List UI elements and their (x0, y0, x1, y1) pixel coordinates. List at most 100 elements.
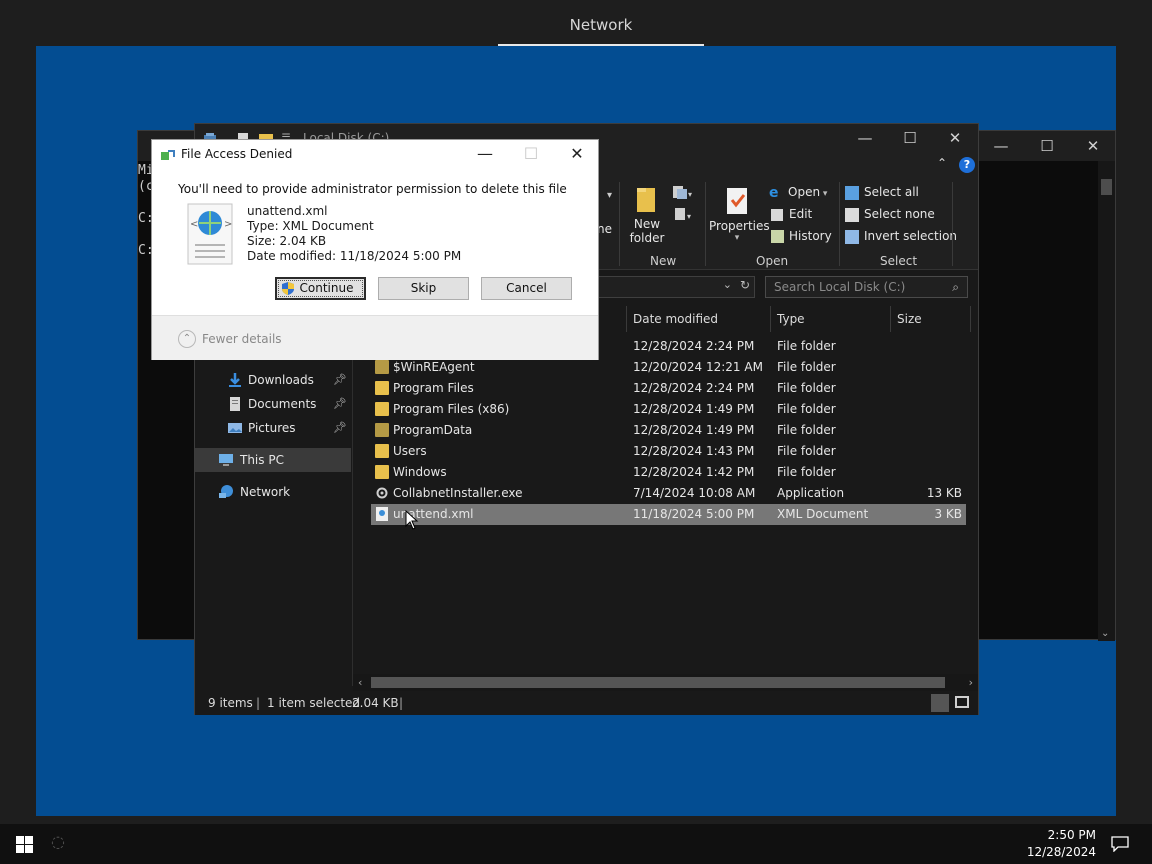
file-row-selected[interactable]: unattend.xml 11/18/2024 5:00 PM XML Docu… (371, 504, 966, 525)
clock-date: 12/28/2024 (1026, 845, 1096, 859)
console-scroll-thumb[interactable] (1101, 179, 1112, 195)
scroll-down-arrow-icon[interactable]: ⌄ (1101, 628, 1109, 639)
horizontal-scroll-thumb[interactable] (371, 677, 945, 688)
dialog-footer: ⌃ Fewer details (152, 315, 598, 360)
address-history-dropdown-icon[interactable]: ⌄ (723, 278, 732, 291)
properties-dropdown-icon[interactable]: ▾ (709, 233, 765, 243)
column-divider (970, 306, 971, 332)
taskbar-clock[interactable]: 2:50 PM 12/28/2024 (1027, 827, 1096, 861)
column-header-size[interactable]: Size (890, 306, 970, 332)
dialog-close-button[interactable]: ✕ (554, 140, 600, 168)
ribbon-group-open: Open (756, 254, 789, 268)
ribbon-separator (705, 182, 706, 266)
tab-network[interactable]: Network (498, 0, 704, 46)
windows-start-icon[interactable] (16, 836, 33, 853)
network-icon (219, 485, 233, 498)
cancel-button[interactable]: Cancel (481, 277, 572, 300)
address-bar[interactable]: ⌄ ↻ (595, 276, 755, 298)
nav-item-pictures[interactable]: Pictures 📌︎ (195, 416, 351, 440)
file-row[interactable]: Program Files 12/28/2024 2:24 PM File fo… (371, 378, 966, 399)
search-placeholder: Search Local Disk (C:) (774, 280, 906, 294)
continue-button[interactable]: Continue (275, 277, 366, 300)
dialog-minimize-button[interactable]: — (462, 140, 508, 168)
status-selected-size: 2.04 KB (352, 696, 399, 710)
ie-open-icon: e (769, 184, 779, 201)
new-folder-button[interactable]: New folder (627, 184, 667, 245)
horizontal-scrollbar[interactable]: ‹ › (353, 674, 978, 691)
explorer-close-button[interactable]: ✕ (932, 124, 978, 154)
nav-item-this-pc[interactable]: This PC (195, 448, 351, 472)
folder-icon (375, 402, 389, 416)
select-none-icon (845, 207, 859, 222)
select-none-button[interactable]: Select none (845, 204, 935, 224)
folder-icon (375, 381, 389, 395)
documents-icon (230, 397, 240, 411)
refresh-icon[interactable]: ↻ (740, 278, 750, 292)
skip-button[interactable]: Skip (378, 277, 469, 300)
status-selected-count: 1 item selected (267, 696, 361, 710)
console-close-button[interactable]: ✕ (1070, 131, 1116, 161)
select-all-button[interactable]: Select all (845, 182, 919, 202)
scroll-left-arrow-icon[interactable]: ‹ (358, 674, 362, 691)
properties-button[interactable]: Properties ▾ (709, 186, 770, 243)
explorer-maximize-button[interactable]: ☐ (887, 124, 933, 154)
details-view-icon[interactable] (931, 694, 949, 712)
easy-access-icon[interactable]: ▾ (673, 206, 695, 224)
edit-button[interactable]: Edit (769, 204, 812, 224)
new-item-icon[interactable]: ▾ (671, 184, 693, 202)
dialog-title: File Access Denied (181, 147, 293, 161)
open-button[interactable]: e Open ▾ (769, 182, 827, 202)
explorer-minimize-button[interactable]: — (842, 124, 888, 154)
fewer-details-link[interactable]: Fewer details (202, 332, 282, 346)
top-tab-bar: Network (0, 0, 1152, 47)
ribbon-partial-label: ne (597, 222, 612, 236)
folder-icon (375, 423, 389, 437)
nav-item-documents[interactable]: Documents 📌︎ (195, 392, 351, 416)
file-row[interactable]: $WinREAgent 12/20/2024 12:21 AM File fol… (371, 357, 966, 378)
search-input[interactable]: Search Local Disk (C:) ⌕ (765, 276, 968, 298)
taskbar: ◌ 2:50 PM 12/28/2024 (0, 824, 1152, 864)
folder-icon (375, 465, 389, 479)
application-gear-icon (376, 487, 388, 499)
action-center-icon[interactable] (1111, 836, 1129, 852)
xml-document-icon (376, 507, 388, 521)
search-loading-icon: ◌ (51, 832, 65, 851)
this-pc-icon (219, 454, 233, 466)
large-icons-view-icon[interactable] (955, 696, 969, 708)
scroll-right-arrow-icon[interactable]: › (969, 674, 973, 691)
file-row[interactable]: Users 12/28/2024 1:43 PM File folder (371, 441, 966, 462)
file-row[interactable]: Program Files (x86) 12/28/2024 1:49 PM F… (371, 399, 966, 420)
file-row[interactable]: CollabnetInstaller.exe 7/14/2024 10:08 A… (371, 483, 966, 504)
svg-text:▾: ▾ (688, 190, 692, 199)
console-minimize-button[interactable]: — (978, 131, 1024, 161)
clock-time: 2:50 PM (1047, 828, 1096, 842)
column-header-type[interactable]: Type (770, 306, 890, 332)
console-scrollbar[interactable]: ⌄ (1098, 161, 1115, 641)
file-row[interactable]: Windows 12/28/2024 1:42 PM File folder (371, 462, 966, 483)
ribbon-separator (619, 182, 620, 266)
nav-item-downloads[interactable]: Downloads 📌︎ (195, 368, 351, 392)
mouse-cursor-icon (405, 510, 419, 530)
invert-selection-button[interactable]: Invert selection (845, 226, 957, 246)
column-header-date-modified[interactable]: Date modified (626, 306, 770, 332)
xml-file-icon: < > (187, 203, 233, 265)
dialog-file-size: Size: 2.04 KB (247, 234, 327, 248)
folder-icon (375, 360, 389, 374)
status-separator: | (256, 696, 261, 710)
dialog-file-name: unattend.xml (247, 204, 328, 218)
ribbon-dropdown-icon[interactable]: ▾ (607, 190, 612, 201)
pin-icon[interactable]: 📌︎ (333, 368, 347, 392)
downloads-icon (229, 373, 241, 387)
history-button[interactable]: History (769, 226, 832, 246)
pin-icon[interactable]: 📌︎ (333, 392, 347, 416)
file-access-denied-dialog[interactable]: File Access Denied — ☐ ✕ You'll need to … (151, 139, 599, 360)
ribbon-group-new: New (650, 254, 677, 268)
ribbon-collapse-icon[interactable]: ⌃ (937, 156, 947, 170)
console-maximize-button[interactable]: ☐ (1024, 131, 1070, 161)
chevron-up-icon[interactable]: ⌃ (178, 330, 196, 348)
nav-item-network[interactable]: Network (195, 480, 351, 504)
help-icon[interactable]: ? (959, 157, 975, 173)
file-row[interactable]: ProgramData 12/28/2024 1:49 PM File fold… (371, 420, 966, 441)
pin-icon[interactable]: 📌︎ (333, 416, 347, 440)
select-all-icon (845, 185, 859, 200)
